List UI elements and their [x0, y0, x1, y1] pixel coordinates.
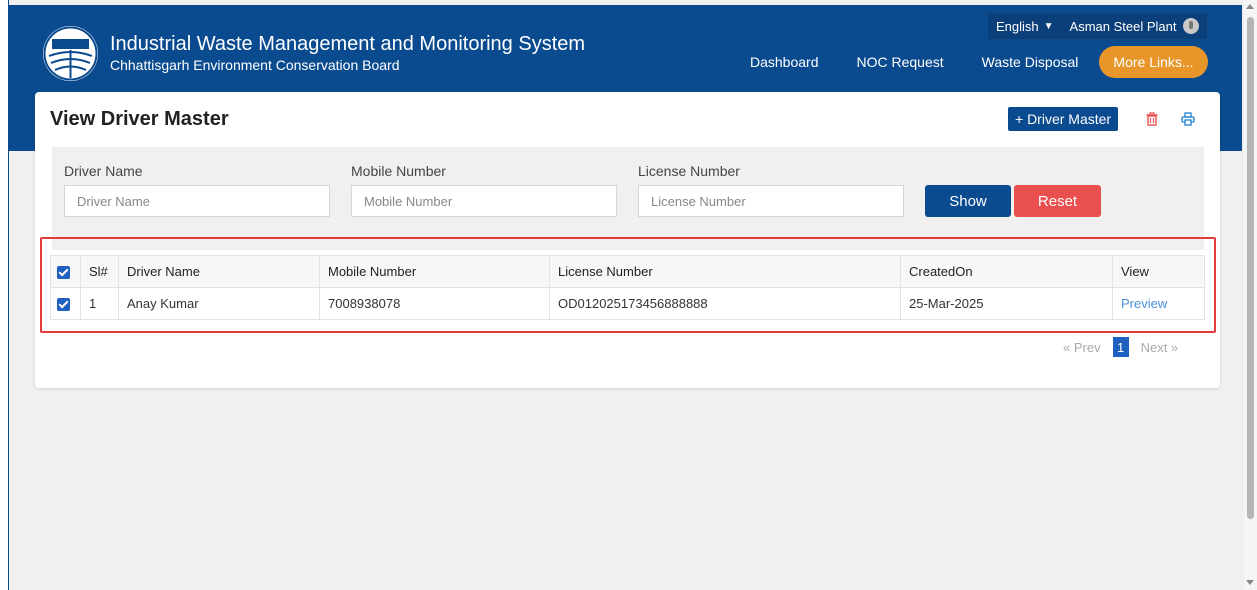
scroll-up-arrow-icon[interactable] [1246, 4, 1254, 9]
scrollbar-thumb[interactable] [1247, 17, 1254, 519]
add-driver-master-button[interactable]: + Driver Master [1008, 107, 1119, 131]
driver-master-card: View Driver Master + Driver Master Drive… [35, 92, 1220, 388]
plant-name: Asman Steel Plant [1069, 18, 1177, 34]
main-nav: Dashboard NOC Request Waste Disposal Mor… [750, 46, 1208, 78]
row-sl: 1 [80, 287, 119, 320]
driver-table-container: Sl# Driver Name Mobile Number License Nu… [50, 255, 1205, 321]
license-number-input[interactable] [638, 185, 904, 217]
select-all-cell [50, 255, 81, 288]
pager-page-1[interactable]: 1 [1112, 337, 1129, 357]
driver-name-label: Driver Name [64, 163, 143, 179]
print-button[interactable] [1175, 107, 1201, 131]
app-title: Industrial Waste Management and Monitori… [110, 33, 586, 55]
app-subtitle: Chhattisgarh Environment Conservation Bo… [110, 57, 400, 73]
left-edge-strip [0, 0, 9, 590]
language-dropdown[interactable]: English ▼ [996, 19, 1054, 34]
user-plant-menu[interactable]: Asman Steel Plant [1070, 18, 1199, 34]
pager-prev[interactable]: « Prev [1063, 340, 1101, 355]
row-license-number: OD012025173456888888 [549, 287, 901, 320]
license-number-label: License Number [638, 163, 740, 179]
nav-dashboard[interactable]: Dashboard [750, 54, 819, 70]
col-sl: Sl# [80, 255, 119, 288]
page-scrollbar[interactable] [1244, 0, 1257, 590]
col-license-number: License Number [549, 255, 901, 288]
table-row: 1 Anay Kumar 7008938078 OD01202517345688… [50, 287, 1205, 320]
show-button[interactable]: Show [925, 185, 1011, 217]
table-header-row: Sl# Driver Name Mobile Number License Nu… [50, 255, 1205, 288]
row-mobile-number: 7008938078 [319, 287, 550, 320]
driver-table: Sl# Driver Name Mobile Number License Nu… [50, 255, 1205, 320]
printer-icon [1181, 112, 1195, 126]
row-select-cell [50, 287, 81, 320]
nav-noc-request[interactable]: NOC Request [857, 54, 944, 70]
row-checkbox[interactable] [57, 298, 70, 312]
pager-next[interactable]: Next » [1141, 340, 1179, 355]
mobile-number-input[interactable] [351, 185, 617, 217]
row-view-cell: Preview [1112, 287, 1205, 320]
language-label: English [996, 18, 1039, 34]
col-view: View [1112, 255, 1205, 288]
col-mobile-number: Mobile Number [319, 255, 550, 288]
chevron-down-icon: ▼ [1043, 20, 1054, 32]
page-title: View Driver Master [50, 108, 229, 130]
mobile-number-label: Mobile Number [351, 163, 446, 179]
reset-button[interactable]: Reset [1014, 185, 1101, 217]
driver-name-input[interactable] [64, 185, 330, 217]
scroll-down-arrow-icon[interactable] [1246, 580, 1254, 585]
nav-waste-disposal[interactable]: Waste Disposal [982, 54, 1079, 70]
trash-icon [1146, 112, 1158, 126]
board-logo [43, 26, 98, 81]
delete-button[interactable] [1139, 107, 1165, 131]
select-all-checkbox[interactable] [57, 266, 70, 280]
row-created-on: 25-Mar-2025 [900, 287, 1113, 320]
col-created-on: CreatedOn [900, 255, 1113, 288]
col-driver-name: Driver Name [118, 255, 320, 288]
pagination: « Prev 1 Next » [1063, 336, 1178, 358]
user-avatar-icon [1182, 18, 1199, 34]
filter-panel: Driver Name Mobile Number License Number… [52, 147, 1204, 250]
preview-link[interactable]: Preview [1121, 296, 1167, 311]
top-utility-bar: English ▼ Asman Steel Plant [988, 13, 1207, 39]
more-links-button[interactable]: More Links... [1099, 46, 1208, 78]
row-driver-name: Anay Kumar [118, 287, 320, 320]
